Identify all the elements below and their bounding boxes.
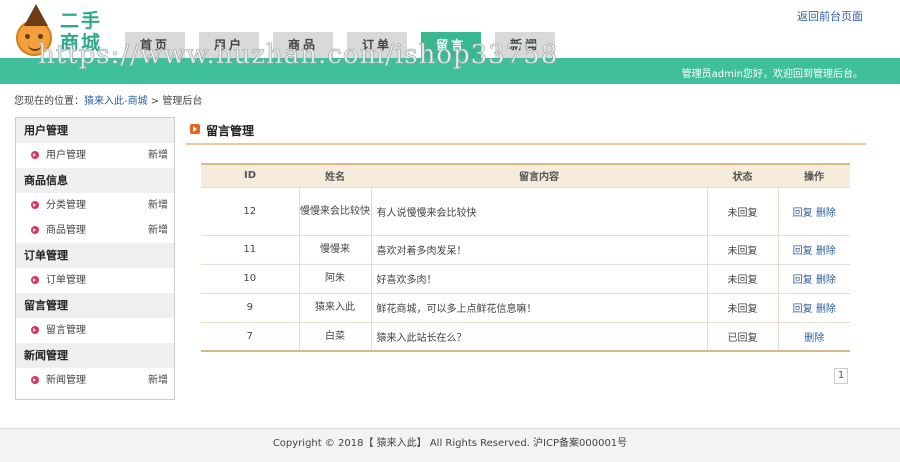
pagination-page-1[interactable]: 1 xyxy=(834,368,848,384)
cell-content: 喜欢对着多肉发呆！ xyxy=(370,234,707,264)
witch-hat-icon xyxy=(24,4,48,26)
arrow-bullet-icon xyxy=(31,376,39,384)
cell-status: 未回复 xyxy=(706,292,778,322)
breadcrumb-current: 管理后台 xyxy=(162,96,203,107)
cell-actions: 回复 删除 xyxy=(777,186,850,235)
breadcrumb-prefix: 您现在的位置： xyxy=(14,96,84,107)
add-product-link[interactable]: 新增 xyxy=(148,218,168,243)
delete-link[interactable]: 删除 xyxy=(816,208,836,219)
sidebar-item-label[interactable]: 分类管理 xyxy=(46,200,86,211)
cell-status: 未回复 xyxy=(706,234,778,264)
logo-line1: 二手 xyxy=(60,10,103,32)
welcome-text: 管理员admin您好，欢迎回到管理后台。 xyxy=(681,69,863,80)
table-row: 7 白菜 猿来入此站长在么？ 已回复 删除 xyxy=(201,321,850,352)
cell-content: 猿来入此站长在么？ xyxy=(370,321,707,352)
cell-status: 未回复 xyxy=(706,186,778,235)
title-divider xyxy=(186,143,866,145)
footer: Copyright © 2018【 猿来入此】 All Rights Reser… xyxy=(0,428,900,462)
cell-content: 有人说慢慢来会比较快 xyxy=(370,186,707,235)
page-title: 留言管理 xyxy=(190,122,254,139)
delete-link[interactable]: 删除 xyxy=(816,304,836,315)
cell-id: 12 xyxy=(201,186,299,235)
add-user-link[interactable]: 新增 xyxy=(148,143,168,168)
cell-actions: 回复 删除 xyxy=(777,292,850,322)
delete-link[interactable]: 删除 xyxy=(804,333,824,344)
sidebar-item-label[interactable]: 用户管理 xyxy=(46,150,86,161)
cell-content: 好喜欢多肉！ xyxy=(370,263,707,293)
breadcrumb: 您现在的位置：猿来入此-商城 > 管理后台 xyxy=(14,92,202,107)
arrow-bullet-icon xyxy=(31,276,39,284)
reply-link[interactable]: 回复 xyxy=(793,246,813,257)
messages-table: ID 姓名 留言内容 状态 操作 12 慢慢来会比较快 有人说慢慢来会比较快 未… xyxy=(201,163,850,352)
table-row: 10 阿朱 好喜欢多肉！ 未回复 回复 删除 xyxy=(201,263,850,293)
delete-link[interactable]: 删除 xyxy=(816,275,836,286)
reply-link[interactable]: 回复 xyxy=(793,208,813,219)
sidebar-group-orders: 订单管理 xyxy=(16,243,174,268)
sidebar-item-label[interactable]: 订单管理 xyxy=(46,275,86,286)
cell-id: 9 xyxy=(201,292,299,322)
watermark: https://www.huzhan.com/ishop33758 xyxy=(38,40,559,71)
reply-link[interactable]: 回复 xyxy=(793,304,813,315)
arrow-bullet-icon xyxy=(31,151,39,159)
delete-link[interactable]: 删除 xyxy=(816,246,836,257)
sidebar-group-products: 商品信息 xyxy=(16,168,174,193)
sidebar-item-product-management[interactable]: 商品管理 新增 xyxy=(16,218,174,243)
add-news-link[interactable]: 新增 xyxy=(148,368,168,393)
add-category-link[interactable]: 新增 xyxy=(148,193,168,218)
cell-id: 11 xyxy=(201,234,299,264)
column-header-actions: 操作 xyxy=(778,163,850,187)
cell-id: 10 xyxy=(201,263,299,293)
breadcrumb-site-link[interactable]: 猿来入此-商城 xyxy=(84,96,148,107)
cell-name: 白菜 xyxy=(298,321,371,352)
header: 二手 商城 首页 用户 商品 订单 留言 新闻 返回前台页面 管理员admin您… xyxy=(0,0,900,86)
sidebar: 用户管理 用户管理 新增 商品信息 分类管理 新增 商品管理 新增 订单管理 订… xyxy=(15,117,175,400)
cell-name: 猿来入此 xyxy=(298,292,371,322)
cell-id: 7 xyxy=(201,321,299,352)
back-to-frontend-link[interactable]: 返回前台页面 xyxy=(797,8,863,24)
breadcrumb-separator: > xyxy=(150,96,160,107)
column-header-content: 留言内容 xyxy=(371,163,707,187)
arrow-bullet-icon xyxy=(31,201,39,209)
reply-link[interactable]: 回复 xyxy=(793,275,813,286)
cell-actions: 回复 删除 xyxy=(777,234,850,264)
sidebar-group-messages: 留言管理 xyxy=(16,293,174,318)
table-row: 9 猿来入此 鲜花商城，可以多上点鲜花信息嘛！ 未回复 回复 删除 xyxy=(201,292,850,322)
cell-name: 阿朱 xyxy=(298,263,371,293)
sidebar-group-users: 用户管理 xyxy=(16,118,174,143)
cell-status: 已回复 xyxy=(706,321,778,352)
sidebar-item-user-management[interactable]: 用户管理 新增 xyxy=(16,143,174,168)
column-header-name: 姓名 xyxy=(299,163,371,187)
sidebar-item-label[interactable]: 留言管理 xyxy=(46,325,86,336)
cell-name: 慢慢来 xyxy=(298,234,371,264)
sidebar-item-label[interactable]: 商品管理 xyxy=(46,225,86,236)
arrow-bullet-icon xyxy=(31,226,39,234)
sidebar-group-news: 新闻管理 xyxy=(16,343,174,368)
sidebar-item-message-management[interactable]: 留言管理 xyxy=(16,318,174,343)
column-header-status: 状态 xyxy=(707,163,778,187)
cell-actions: 删除 xyxy=(777,321,850,352)
column-header-id: ID xyxy=(201,163,299,187)
table-row: 12 慢慢来会比较快 有人说慢慢来会比较快 未回复 回复 删除 xyxy=(201,186,850,235)
table-header-row: ID 姓名 留言内容 状态 操作 xyxy=(201,163,850,187)
sidebar-item-label[interactable]: 新闻管理 xyxy=(46,375,86,386)
arrow-bullet-icon xyxy=(31,326,39,334)
cell-actions: 回复 删除 xyxy=(777,263,850,293)
sidebar-item-order-management[interactable]: 订单管理 xyxy=(16,268,174,293)
cell-content: 鲜花商城，可以多上点鲜花信息嘛！ xyxy=(370,292,707,322)
table-row: 11 慢慢来 喜欢对着多肉发呆！ 未回复 回复 删除 xyxy=(201,234,850,264)
cell-status: 未回复 xyxy=(706,263,778,293)
sidebar-item-news-management[interactable]: 新闻管理 新增 xyxy=(16,368,174,393)
page-title-text: 留言管理 xyxy=(206,124,255,138)
sidebar-item-category-management[interactable]: 分类管理 新增 xyxy=(16,193,174,218)
cell-name: 慢慢来会比较快 xyxy=(298,186,371,235)
